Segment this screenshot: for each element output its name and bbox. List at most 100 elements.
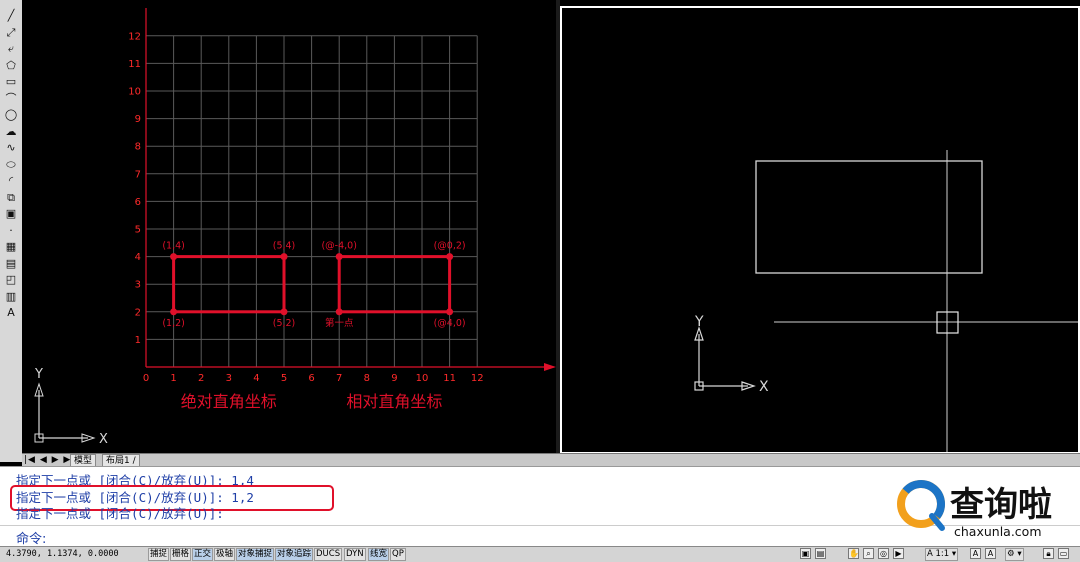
vertex-point bbox=[446, 253, 454, 261]
y-tick-label: 7 bbox=[135, 169, 141, 180]
insert-block-icon[interactable]: ⧉ bbox=[3, 190, 19, 205]
command-history-line-3: 指定下一点或 [闭合(C)/放弃(U)]: bbox=[16, 506, 224, 521]
spline-icon[interactable]: ∿ bbox=[3, 140, 19, 155]
y-tick-label: 4 bbox=[135, 252, 141, 263]
logo-url-text: chaxunla.com bbox=[954, 524, 1042, 539]
drawn-rectangle bbox=[755, 160, 983, 274]
make-block-icon[interactable]: ▣ bbox=[3, 206, 19, 221]
vertex-point bbox=[335, 253, 343, 261]
y-tick-label: 1 bbox=[135, 335, 141, 346]
polyline-icon[interactable]: ⤶ bbox=[3, 41, 19, 56]
x-tick-label: 9 bbox=[391, 373, 397, 384]
status-toggle-2[interactable]: 正交 bbox=[192, 548, 214, 561]
x-tick-label: 6 bbox=[308, 373, 314, 384]
model-space-canvas[interactable]: Y X bbox=[562, 8, 1078, 452]
x-tick-label: 10 bbox=[416, 373, 429, 384]
vertex-label: (@4,0) bbox=[434, 318, 466, 329]
command-prompt: 命令: bbox=[16, 532, 47, 547]
status-toggle-4[interactable]: 对象捕捉 bbox=[236, 548, 275, 561]
y-tick-label: 6 bbox=[135, 197, 141, 208]
arc-icon[interactable]: ⌒ bbox=[3, 91, 19, 106]
y-tick-label: 3 bbox=[135, 280, 141, 291]
status-toggle-1[interactable]: 栅格 bbox=[170, 548, 192, 561]
vertex-point bbox=[446, 308, 454, 316]
annotation-scale-dropdown[interactable]: A 1:1 ▾ bbox=[925, 548, 959, 561]
vertex-point bbox=[170, 308, 178, 316]
revision-cloud-icon[interactable]: ☁ bbox=[3, 124, 19, 139]
hatch-icon[interactable]: ▦ bbox=[3, 239, 19, 254]
vertex-label: (5,4) bbox=[273, 241, 296, 252]
cursor-coordinates: 4.3790, 1.1374, 0.0000 bbox=[6, 549, 119, 559]
region-icon[interactable]: ◰ bbox=[3, 272, 19, 287]
y-tick-label: 10 bbox=[128, 87, 141, 98]
line-tool-icon[interactable]: ╱ bbox=[3, 8, 19, 23]
table-icon[interactable]: ▥ bbox=[3, 289, 19, 304]
gradient-icon[interactable]: ▤ bbox=[3, 256, 19, 271]
ucs-y-label: Y bbox=[694, 314, 704, 330]
x-tick-label: 12 bbox=[471, 373, 484, 384]
y-tick-label: 12 bbox=[128, 31, 141, 42]
auto-scale-icon[interactable]: A bbox=[985, 548, 996, 559]
ucs-x-label: X bbox=[99, 432, 108, 447]
y-tick-label: 2 bbox=[135, 307, 141, 318]
x-tick-label: 8 bbox=[364, 373, 370, 384]
y-tick-label: 9 bbox=[135, 114, 141, 125]
x-tick-label: 4 bbox=[253, 373, 259, 384]
clean-screen-icon[interactable]: ▭ bbox=[1058, 548, 1069, 559]
zoom-icon[interactable]: ⌕ bbox=[863, 548, 874, 559]
coordinate-grid-diagram: 0 1 2 3 4 5 6 7 8 9 10 11 12123456789101112(1,4) (5,4… bbox=[34, 8, 556, 447]
vertex-label: (@-4,0) bbox=[321, 241, 356, 252]
x-tick-label: 2 bbox=[198, 373, 204, 384]
vertex-label: (@0,2) bbox=[434, 241, 466, 252]
showmotion-icon[interactable]: ▶ bbox=[893, 548, 904, 559]
x-tick-label: 0 bbox=[143, 373, 149, 384]
status-toggle-7[interactable]: DYN bbox=[344, 548, 366, 561]
model-viewport[interactable]: Y X bbox=[560, 6, 1080, 454]
vertex-point bbox=[170, 253, 178, 261]
point-icon[interactable]: · bbox=[3, 223, 19, 238]
circle-icon[interactable]: ◯ bbox=[3, 107, 19, 122]
vertex-point bbox=[335, 308, 343, 316]
vertex-label: (1,2) bbox=[162, 318, 185, 329]
status-bar: 4.3790, 1.1374, 0.0000 捕捉 栅格 正交 极轴 对象捕捉 对象追踪 D… bbox=[0, 546, 1080, 562]
draw-toolbar: ╱ ⤢ ⤶ ⬠ ▭ ⌒ ◯ ☁ ∿ ⬭ ◜ ⧉ ▣ · ▦ ▤ ◰ ▥ A bbox=[0, 0, 23, 462]
rectangle-icon[interactable]: ▭ bbox=[3, 74, 19, 89]
polygon-icon[interactable]: ⬠ bbox=[3, 58, 19, 73]
ucs-x-label: X bbox=[759, 379, 769, 395]
multiline-text-icon[interactable]: A bbox=[3, 305, 19, 320]
construction-line-icon[interactable]: ⤢ bbox=[3, 25, 19, 40]
x-tick-label: 5 bbox=[281, 373, 287, 384]
status-toggle-8[interactable]: 线宽 bbox=[368, 548, 390, 561]
vertex-point bbox=[280, 253, 288, 261]
caption-absolute-coordinates: 绝对直角坐标 bbox=[181, 392, 277, 411]
chaxunla-watermark-logo: 查询啦 chaxunla.com bbox=[894, 476, 1072, 542]
tab-navigation-arrows[interactable]: |◀ ◀ ▶ ▶| bbox=[24, 455, 75, 465]
ellipse-arc-icon[interactable]: ◜ bbox=[3, 173, 19, 188]
x-tick-label: 7 bbox=[336, 373, 342, 384]
x-axis-arrow-icon bbox=[544, 363, 556, 371]
vertex-label: (1,4) bbox=[162, 241, 185, 252]
caption-relative-coordinates: 相对直角坐标 bbox=[346, 392, 442, 411]
status-toggle-9[interactable]: QP bbox=[390, 548, 406, 561]
lock-icon[interactable]: 🔒︎ bbox=[1043, 548, 1054, 559]
ellipse-icon[interactable]: ⬭ bbox=[3, 157, 19, 172]
tutorial-diagram-viewport: 0 1 2 3 4 5 6 7 8 9 10 11 12 1 2 3 4 5 6 7 8 9 10 11 12 (1,4) (5,4… bbox=[22, 0, 558, 453]
ucs-y-label: Y bbox=[34, 367, 43, 382]
ucs-icon bbox=[694, 326, 756, 391]
annotation-visibility-icon[interactable]: A bbox=[970, 548, 981, 559]
x-tick-label: 1 bbox=[170, 373, 176, 384]
status-toggle-5[interactable]: 对象追踪 bbox=[275, 548, 314, 561]
vertex-label: (5,2) bbox=[273, 318, 296, 329]
command-window: 指定下一点或 [闭合(C)/放弃(U)]: 1,4 指定下一点或 [闭合(C)/… bbox=[0, 466, 1080, 547]
vertex-point bbox=[280, 308, 288, 316]
model-space-icon[interactable]: ▣ bbox=[800, 548, 811, 559]
steering-wheel-icon[interactable]: ◎ bbox=[878, 548, 889, 559]
quick-view-layouts-icon[interactable]: ▤ bbox=[815, 548, 826, 559]
status-toggle-0[interactable]: 捕捉 bbox=[148, 548, 170, 561]
status-toggle-6[interactable]: DUCS bbox=[314, 548, 343, 561]
layout-tabs-bar: |◀ ◀ ▶ ▶| 模型 布局1 / bbox=[22, 453, 1080, 468]
workspace-switch-dropdown[interactable]: ⚙ ▾ bbox=[1005, 548, 1024, 561]
status-toggle-3[interactable]: 极轴 bbox=[214, 548, 236, 561]
pan-icon[interactable]: ✋ bbox=[848, 548, 859, 559]
y-tick-label: 5 bbox=[135, 225, 141, 236]
